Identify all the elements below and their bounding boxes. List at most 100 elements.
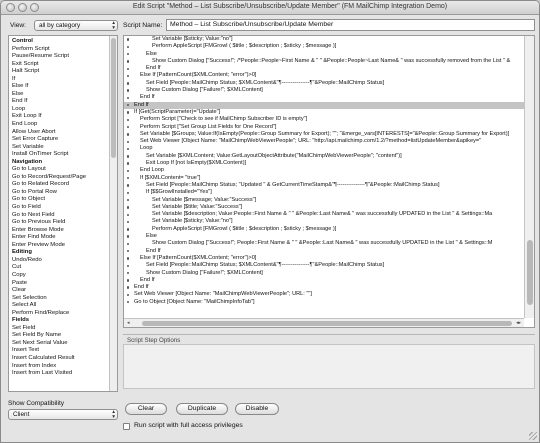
step-list-item[interactable]: Insert from Index [12, 363, 110, 371]
script-horizontal-scroll-thumb[interactable] [142, 321, 512, 326]
script-line[interactable]: Else [124, 233, 524, 240]
step-list-item[interactable]: Go to Previous Field [12, 219, 110, 227]
clear-button[interactable]: Clear [125, 403, 167, 415]
script-line[interactable]: Set Variable [$XMLContent; Value:GetLayo… [124, 153, 524, 160]
line-handle-icon[interactable] [127, 111, 130, 114]
script-line[interactable]: If [$XMLContent= "true"] [124, 175, 524, 182]
step-list-item[interactable]: Insert Calculated Result [12, 355, 110, 363]
step-list-item[interactable]: Insert Text [12, 347, 110, 355]
step-list-item[interactable]: Go to Portal Row [12, 189, 110, 197]
duplicate-button[interactable]: Duplicate [176, 403, 228, 415]
line-handle-icon[interactable] [127, 279, 130, 282]
script-line[interactable]: Show Custom Dialog ["Success!"; /*People… [124, 58, 524, 65]
step-list-item[interactable]: If [12, 76, 110, 84]
line-handle-icon[interactable] [127, 38, 130, 41]
script-line[interactable]: Set Variable [$sticky; Value:"no"] [124, 36, 524, 43]
step-list-item[interactable]: Insert from Last Visited [12, 370, 110, 378]
script-line[interactable]: Set Field [People::MailChimp Status; $XM… [124, 80, 524, 87]
compatibility-select[interactable]: Client ▴ ▾ [8, 409, 118, 420]
script-line[interactable]: Set Web Viewer [Object Name: "MailChimpW… [124, 138, 524, 145]
step-list-item[interactable]: Set Selection [12, 295, 110, 303]
script-line[interactable]: Set Web Viewer [Object Name: "MailChimpW… [124, 291, 524, 298]
line-handle-icon[interactable] [127, 89, 130, 92]
step-list-item[interactable]: Set Error Capture [12, 136, 110, 144]
step-list-item[interactable]: Exit Loop If [12, 113, 110, 121]
step-list-item[interactable]: Go to Next Field [12, 212, 110, 220]
script-line[interactable]: If [$$GrowlInstalled="Yes"] [124, 189, 524, 196]
step-list-item[interactable]: Select All [12, 302, 110, 310]
step-list-item[interactable]: Go to Related Record [12, 181, 110, 189]
step-list-item[interactable]: Copy [12, 272, 110, 280]
script-line[interactable]: Set Field [People::MailChimp Status; $XM… [124, 262, 524, 269]
script-line[interactable]: Set Field [People::MailChimp Status; "Up… [124, 182, 524, 189]
script-line[interactable]: Show Custom Dialog ["Failure!"; $XMLCont… [124, 270, 524, 277]
line-handle-icon[interactable] [127, 177, 130, 180]
script-line[interactable]: Perform Script ["Set Group List Fields f… [124, 124, 524, 131]
line-handle-icon[interactable] [127, 293, 130, 297]
script-line[interactable]: Set Variable [$title; Value:"Success"] [124, 204, 524, 211]
step-list-item[interactable]: Undo/Redo [12, 257, 110, 265]
line-handle-icon[interactable] [127, 82, 130, 85]
script-line[interactable]: End If [124, 101, 524, 109]
line-handle-icon[interactable] [127, 220, 130, 224]
script-line[interactable]: Perform AppleScript [FMGrowl ( $title ; … [124, 43, 524, 50]
line-handle-icon[interactable] [127, 147, 130, 151]
script-line[interactable]: Show Custom Dialog ["Failure!"; $XMLCont… [124, 87, 524, 94]
line-handle-icon[interactable] [127, 133, 130, 136]
script-line[interactable]: Show Custom Dialog ["Success!"; People::… [124, 240, 524, 247]
line-handle-icon[interactable] [127, 271, 130, 275]
step-list-item[interactable]: Else [12, 91, 110, 99]
script-line[interactable]: Set Variable [$Groups; Value:If(IsEmpty(… [124, 131, 524, 138]
step-list-item[interactable]: Else If [12, 83, 110, 91]
step-list-item[interactable]: Go to Field [12, 204, 110, 212]
full-access-checkbox[interactable] [123, 423, 130, 430]
step-list-item[interactable]: Perform Find/Replace [12, 310, 110, 318]
step-list-item[interactable]: Go to Object [12, 196, 110, 204]
script-line[interactable]: Perform AppleScript [FMGrowl ( $title ; … [124, 226, 524, 233]
line-handle-icon[interactable] [127, 125, 130, 129]
minimize-window-icon[interactable] [18, 3, 27, 12]
line-handle-icon[interactable] [127, 162, 130, 165]
close-window-icon[interactable] [6, 3, 15, 12]
step-list-item[interactable]: Install OnTimer Script [12, 151, 110, 159]
line-handle-icon[interactable] [127, 301, 130, 304]
script-line[interactable]: Perform Script ["Check to see if MailChi… [124, 116, 524, 123]
step-list-item[interactable]: Halt Script [12, 68, 110, 76]
line-handle-icon[interactable] [127, 198, 130, 202]
step-list-item[interactable]: Cut [12, 264, 110, 272]
script-vertical-scrollbar[interactable] [524, 36, 534, 318]
script-line[interactable]: Set Variable [$message; Value:"Success"] [124, 197, 524, 204]
step-list-item[interactable]: Set Next Serial Value [12, 340, 110, 348]
line-handle-icon[interactable] [127, 52, 130, 56]
line-handle-icon[interactable] [127, 213, 130, 216]
line-handle-icon[interactable] [127, 264, 130, 267]
step-list-item[interactable]: Enter Find Mode [12, 234, 110, 242]
line-handle-icon[interactable] [127, 155, 130, 158]
disable-button[interactable]: Disable [235, 403, 279, 415]
script-line[interactable]: Else If [PatternCount($XMLContent; "erro… [124, 255, 524, 262]
script-line[interactable]: End If [124, 65, 524, 72]
step-list-item[interactable]: Paste [12, 280, 110, 288]
view-select[interactable]: all by category ▴ ▾ [34, 20, 118, 31]
line-handle-icon[interactable] [127, 257, 130, 260]
line-handle-icon[interactable] [127, 45, 130, 49]
resize-grip-icon[interactable] [529, 432, 537, 440]
line-handle-icon[interactable] [127, 104, 130, 107]
scroll-left-icon[interactable]: ◂ [127, 320, 130, 326]
line-handle-icon[interactable] [127, 206, 130, 209]
script-line[interactable]: Exit Loop If [not IsEmpty($XMLContent)] [124, 160, 524, 167]
script-line[interactable]: End If [124, 277, 524, 284]
step-list-scroll-thumb[interactable] [111, 38, 116, 158]
line-handle-icon[interactable] [127, 60, 130, 63]
step-list-item[interactable]: Enter Browse Mode [12, 227, 110, 235]
step-list-item[interactable]: Set Field By Name [12, 332, 110, 340]
script-step-list[interactable]: Control Perform Script Pause/Resume Script… [8, 35, 118, 392]
line-handle-icon[interactable] [127, 191, 130, 195]
zoom-window-icon[interactable] [30, 3, 39, 12]
script-line[interactable]: Else If [PatternCount($XMLContent; "erro… [124, 72, 524, 79]
line-handle-icon[interactable] [127, 74, 130, 78]
step-list-item[interactable]: Exit Script [12, 61, 110, 69]
step-list-item[interactable]: End If [12, 98, 110, 106]
step-list-item[interactable]: End Loop [12, 121, 110, 129]
line-handle-icon[interactable] [127, 228, 130, 231]
